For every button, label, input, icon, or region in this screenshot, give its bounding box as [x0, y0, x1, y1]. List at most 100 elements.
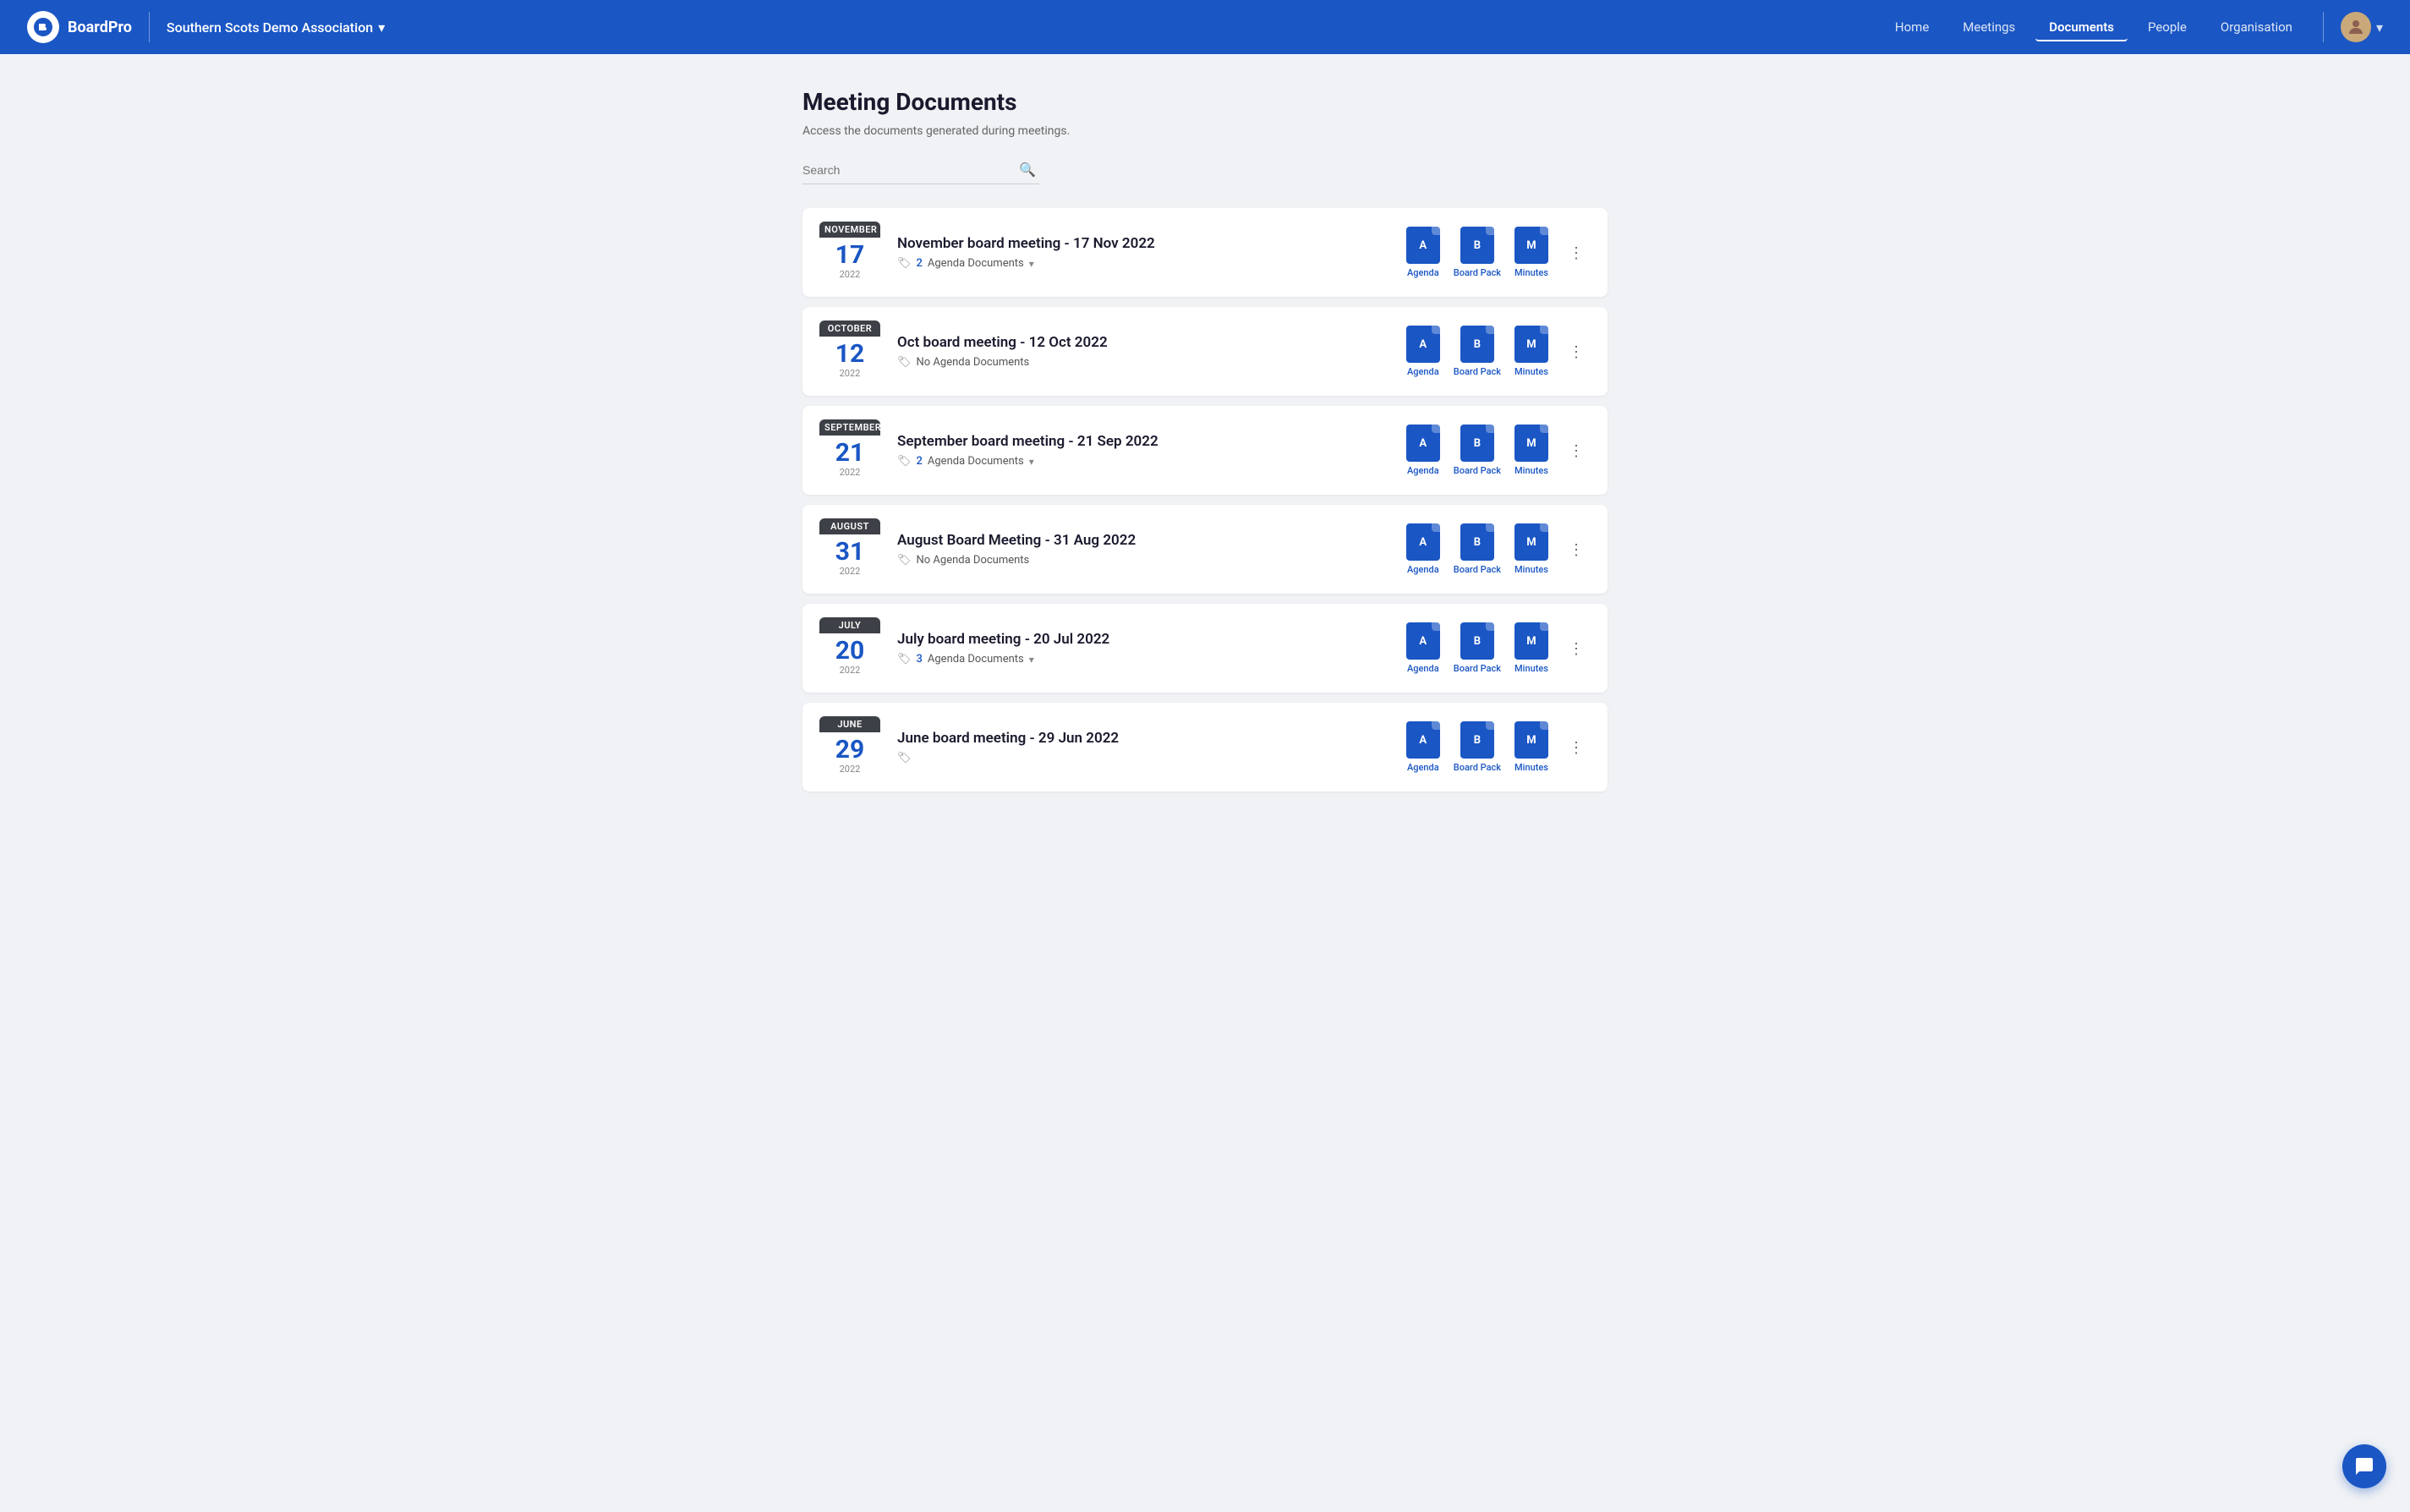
tag-icon: 🏷 — [897, 257, 912, 270]
nav-user-divider — [2323, 12, 2324, 42]
calendar-day: 17 — [819, 238, 880, 269]
agenda-label: Agenda — [1407, 663, 1439, 674]
meeting-title[interactable]: July board meeting - 20 Jul 2022 — [897, 631, 1389, 648]
doc-minutes[interactable]: M Minutes — [1514, 326, 1548, 377]
doc-agenda[interactable]: A Agenda — [1406, 425, 1440, 476]
doc-agenda[interactable]: A Agenda — [1406, 227, 1440, 278]
meeting-title[interactable]: June board meeting - 29 Jun 2022 — [897, 730, 1389, 747]
minutes-icon: M — [1514, 721, 1548, 759]
boardpack-label: Board Pack — [1454, 663, 1501, 674]
agenda-icon: A — [1406, 326, 1440, 363]
calendar-month: September — [819, 419, 880, 436]
nav-people[interactable]: People — [2134, 13, 2200, 41]
more-options-button[interactable]: ⋮ — [1562, 242, 1591, 264]
doc-agenda[interactable]: A Agenda — [1406, 326, 1440, 377]
org-name[interactable]: Southern Scots Demo Association ▾ — [167, 19, 385, 36]
doc-minutes[interactable]: M Minutes — [1514, 425, 1548, 476]
doc-agenda[interactable]: A Agenda — [1406, 622, 1440, 674]
calendar-year: 2022 — [819, 764, 880, 778]
doc-boardpack[interactable]: B Board Pack — [1454, 523, 1501, 575]
doc-boardpack[interactable]: B Board Pack — [1454, 721, 1501, 773]
calendar-month: November — [819, 222, 880, 238]
agenda-dropdown-arrow[interactable]: ▾ — [1029, 456, 1034, 468]
page-subtitle: Access the documents generated during me… — [802, 124, 1608, 138]
meeting-actions: A Agenda B Board Pack M Minutes ⋮ — [1406, 425, 1591, 476]
doc-minutes[interactable]: M Minutes — [1514, 227, 1548, 278]
agenda-label: Agenda — [1407, 267, 1439, 278]
meeting-title[interactable]: September board meeting - 21 Sep 2022 — [897, 433, 1389, 450]
meeting-info: July board meeting - 20 Jul 2022 🏷 3 Age… — [897, 631, 1389, 666]
tag-icon: 🏷 — [897, 653, 912, 666]
boardpack-label: Board Pack — [1454, 366, 1501, 377]
nav-links: Home Meetings Documents People Organisat… — [1881, 12, 2383, 42]
agenda-docs-label: Agenda Documents — [928, 455, 1024, 468]
more-options-button[interactable]: ⋮ — [1562, 737, 1591, 759]
tag-icon: 🏷 — [897, 752, 912, 764]
calendar-month: July — [819, 617, 880, 633]
doc-boardpack[interactable]: B Board Pack — [1454, 227, 1501, 278]
meeting-actions: A Agenda B Board Pack M Minutes ⋮ — [1406, 721, 1591, 773]
more-options-button[interactable]: ⋮ — [1562, 341, 1591, 363]
doc-agenda[interactable]: A Agenda — [1406, 523, 1440, 575]
minutes-label: Minutes — [1514, 465, 1548, 476]
calendar-day: 20 — [819, 633, 880, 665]
calendar-month: October — [819, 320, 880, 337]
doc-boardpack[interactable]: B Board Pack — [1454, 326, 1501, 377]
agenda-icon: A — [1406, 227, 1440, 264]
boardpack-icon: B — [1460, 721, 1494, 759]
nav-divider-1 — [149, 12, 150, 42]
main-content: Meeting Documents Access the documents g… — [782, 54, 1628, 825]
boardpack-label: Board Pack — [1454, 762, 1501, 773]
agenda-dropdown-arrow[interactable]: ▾ — [1029, 258, 1034, 270]
calendar-year: 2022 — [819, 467, 880, 481]
agenda-icon: A — [1406, 721, 1440, 759]
doc-boardpack[interactable]: B Board Pack — [1454, 425, 1501, 476]
navbar: BoardPro Southern Scots Demo Association… — [0, 0, 2410, 54]
calendar-badge: September 21 2022 — [819, 419, 880, 481]
meeting-info: November board meeting - 17 Nov 2022 🏷 2… — [897, 235, 1389, 270]
nav-documents[interactable]: Documents — [2035, 13, 2128, 41]
meeting-docs: 🏷 — [897, 752, 1389, 764]
more-options-button[interactable]: ⋮ — [1562, 539, 1591, 561]
meeting-title[interactable]: August Board Meeting - 31 Aug 2022 — [897, 532, 1389, 549]
agenda-dropdown-arrow[interactable]: ▾ — [1029, 654, 1034, 666]
meeting-title[interactable]: Oct board meeting - 12 Oct 2022 — [897, 334, 1389, 351]
agenda-icon: A — [1406, 523, 1440, 561]
brand-logo-link[interactable]: BoardPro — [27, 11, 132, 43]
agenda-icon: A — [1406, 425, 1440, 462]
org-dropdown-icon: ▾ — [378, 19, 385, 36]
minutes-icon: M — [1514, 523, 1548, 561]
agenda-count: 3 — [917, 653, 923, 666]
user-dropdown-icon: ▾ — [2376, 19, 2383, 36]
calendar-badge: August 31 2022 — [819, 518, 880, 580]
user-avatar-wrapper[interactable]: ▾ — [2341, 12, 2383, 42]
search-bar: 🔍 — [802, 162, 1039, 184]
boardpack-icon: B — [1460, 523, 1494, 561]
chat-bubble[interactable] — [2342, 1444, 2386, 1488]
nav-organisation[interactable]: Organisation — [2207, 13, 2306, 41]
search-input[interactable] — [802, 163, 1016, 177]
more-options-button[interactable]: ⋮ — [1562, 440, 1591, 462]
search-button[interactable]: 🔍 — [1016, 162, 1039, 178]
doc-minutes[interactable]: M Minutes — [1514, 523, 1548, 575]
boardpack-icon: B — [1460, 425, 1494, 462]
doc-agenda[interactable]: A Agenda — [1406, 721, 1440, 773]
boardpack-label: Board Pack — [1454, 564, 1501, 575]
nav-meetings[interactable]: Meetings — [1949, 13, 2029, 41]
boardpro-logo — [27, 11, 59, 43]
meeting-row: July 20 2022 July board meeting - 20 Jul… — [802, 604, 1608, 693]
minutes-icon: M — [1514, 622, 1548, 660]
doc-minutes[interactable]: M Minutes — [1514, 721, 1548, 773]
agenda-label: Agenda — [1407, 762, 1439, 773]
more-options-button[interactable]: ⋮ — [1562, 638, 1591, 660]
doc-minutes[interactable]: M Minutes — [1514, 622, 1548, 674]
page-title: Meeting Documents — [802, 88, 1608, 116]
agenda-docs-label: Agenda Documents — [928, 257, 1024, 270]
meeting-title[interactable]: November board meeting - 17 Nov 2022 — [897, 235, 1389, 252]
doc-boardpack[interactable]: B Board Pack — [1454, 622, 1501, 674]
nav-home[interactable]: Home — [1881, 13, 1942, 41]
agenda-docs-label: Agenda Documents — [928, 653, 1024, 666]
boardpack-icon: B — [1460, 227, 1494, 264]
meeting-info: June board meeting - 29 Jun 2022 🏷 — [897, 730, 1389, 764]
meeting-row: November 17 2022 November board meeting … — [802, 208, 1608, 297]
